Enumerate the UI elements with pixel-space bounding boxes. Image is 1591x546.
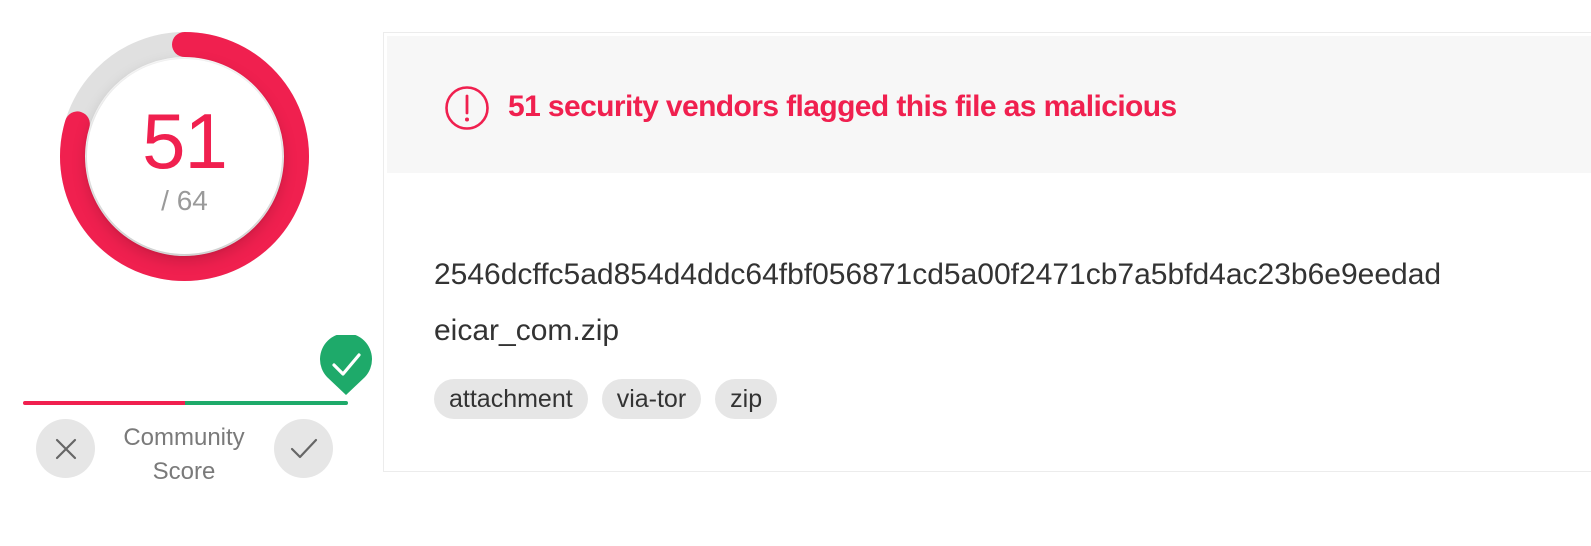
downvote-button[interactable] (36, 419, 95, 478)
file-summary-card: 51 security vendors flagged this file as… (383, 32, 1591, 472)
score-center: 51 / 64 (87, 59, 282, 254)
file-name: eicar_com.zip (434, 314, 620, 347)
tag-attachment[interactable]: attachment (434, 379, 588, 419)
upvote-button[interactable] (274, 419, 333, 478)
community-label-line2: Score (152, 458, 216, 485)
tag-list: attachment via-tor zip (434, 379, 778, 419)
community-score: Community Score (22, 335, 382, 495)
community-label-line1: Community (123, 424, 245, 451)
detection-score-widget: 51 / 64 (47, 19, 322, 294)
file-hash: 2546dcffc5ad854d4ddc64fbf056871cd5a00f24… (434, 258, 1442, 291)
alert-circle-icon (445, 86, 489, 130)
tag-via-tor[interactable]: via-tor (601, 379, 702, 419)
malicious-alert-banner: 51 security vendors flagged this file as… (387, 36, 1591, 173)
check-icon (290, 438, 317, 458)
close-icon (55, 438, 76, 459)
tag-zip[interactable]: zip (715, 379, 778, 419)
detection-count: 51 (142, 97, 228, 185)
file-report-header: 51 / 64 Community Score 51 security vend… (0, 0, 1591, 546)
community-bar-negative (23, 401, 185, 405)
check-shield-icon (320, 335, 372, 395)
engine-total: / 64 (161, 185, 208, 216)
malicious-alert-text: 51 security vendors flagged this file as… (508, 90, 1177, 123)
community-score-label: Community Score (104, 421, 264, 489)
community-bar-positive (185, 401, 348, 405)
